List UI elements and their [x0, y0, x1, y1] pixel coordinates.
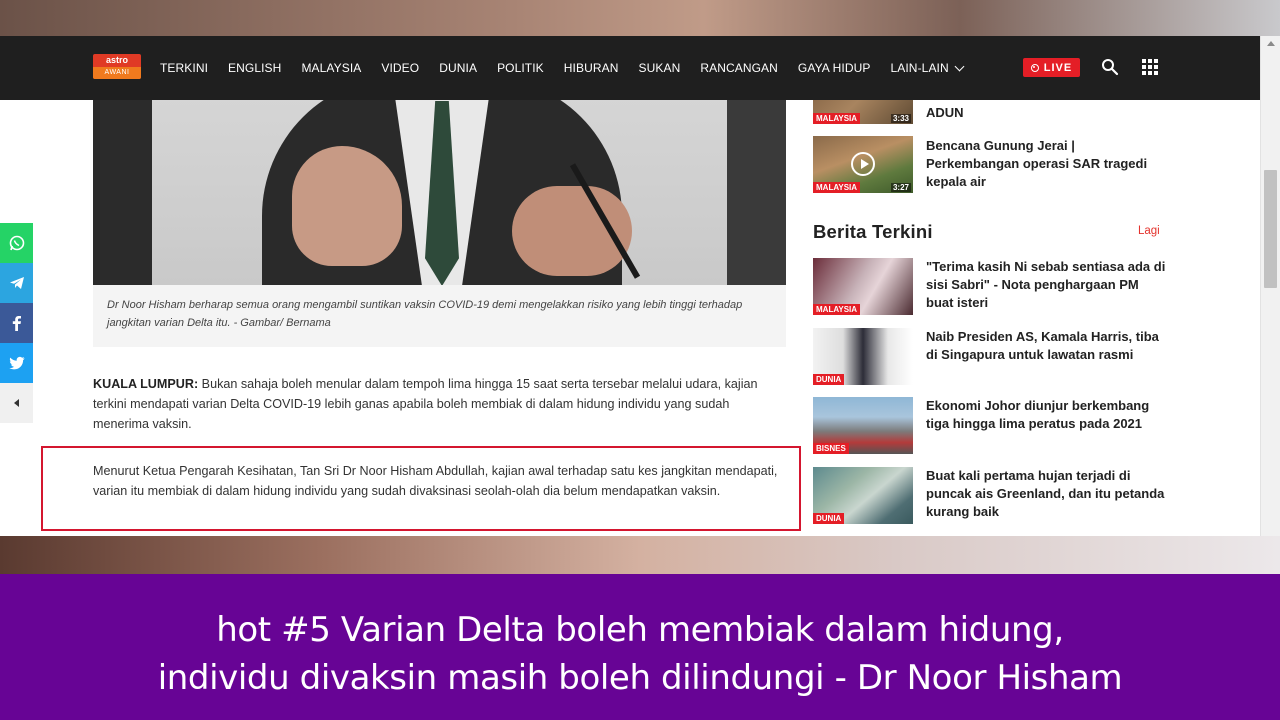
nav-item-gaya-hidup[interactable]: GAYA HIDUP — [798, 61, 871, 75]
sidebar-video-item[interactable]: MALAYSIA 3:27 Bencana Gunung Jerai | Per… — [813, 136, 1163, 193]
nav-item-english[interactable]: ENGLISH — [228, 61, 281, 75]
news-item[interactable]: DUNIA Buat kali pertama hujan terjadi di… — [813, 467, 1166, 524]
news-title[interactable]: Naib Presiden AS, Kamala Harris, tiba di… — [926, 328, 1166, 364]
video-duration: 3:33 — [890, 114, 911, 123]
news-title[interactable]: Buat kali pertama hujan terjadi di punca… — [926, 467, 1166, 521]
background-bottom-strip — [0, 536, 1280, 574]
photo-hand-left — [292, 146, 402, 266]
social-share-bar — [0, 223, 33, 423]
article-dateline: KUALA LUMPUR: — [93, 377, 199, 391]
scroll-up-arrow-icon[interactable] — [1267, 41, 1275, 46]
chevron-down-icon — [954, 61, 965, 71]
nav-item-dunia[interactable]: DUNIA — [439, 61, 477, 75]
news-thumbnail[interactable]: BISNES — [813, 397, 913, 454]
page-scrollbar[interactable] — [1260, 36, 1280, 536]
news-title[interactable]: Ekonomi Johor diunjur berkembang tiga hi… — [926, 397, 1166, 433]
nav-item-terkini[interactable]: TERKINI — [160, 61, 208, 75]
collapse-share-button[interactable] — [0, 383, 33, 423]
category-tag: MALAYSIA — [813, 113, 861, 124]
news-thumbnail[interactable]: DUNIA — [813, 467, 913, 524]
nav-item-video[interactable]: VIDEO — [381, 61, 419, 75]
telegram-share-button[interactable] — [0, 263, 33, 303]
video-title[interactable]: Bencana Gunung Jerai | Perkembangan oper… — [926, 137, 1166, 191]
video-thumbnail[interactable]: MALAYSIA 3:27 — [813, 136, 913, 193]
nav-menu: TERKINI ENGLISH MALAYSIA VIDEO DUNIA POL… — [160, 36, 983, 100]
top-navigation: astro AWANI TERKINI ENGLISH MALAYSIA VID… — [0, 36, 1260, 100]
category-tag: BISNES — [813, 443, 849, 454]
category-tag: DUNIA — [813, 513, 845, 524]
category-tag: DUNIA — [813, 374, 845, 385]
facebook-icon — [12, 316, 21, 331]
live-button[interactable]: LIVE — [1023, 58, 1080, 77]
astro-awani-logo[interactable]: astro AWANI — [93, 54, 141, 79]
news-thumbnail[interactable]: DUNIA — [813, 328, 913, 385]
more-news-link[interactable]: Lagi — [1138, 225, 1160, 237]
search-icon[interactable] — [1101, 58, 1119, 76]
live-label: LIVE — [1043, 61, 1073, 74]
nav-item-politik[interactable]: POLITIK — [497, 61, 544, 75]
banner-line-2: individu divaksin masih boleh dilindungi… — [157, 658, 1123, 698]
twitter-icon — [8, 356, 24, 370]
article-paragraph-2: Menurut Ketua Pengarah Kesihatan, Tan Sr… — [93, 464, 778, 498]
news-title[interactable]: "Terima kasih Ni sebab sentiasa ada di s… — [926, 258, 1166, 312]
category-tag: MALAYSIA — [813, 182, 861, 193]
category-tag: MALAYSIA — [813, 304, 861, 315]
nav-item-malaysia[interactable]: MALAYSIA — [301, 61, 361, 75]
nav-more-label: LAIN-LAIN — [890, 61, 949, 75]
caret-left-icon — [13, 399, 19, 407]
video-duration: 3:27 — [890, 183, 911, 192]
nav-item-lain-lain[interactable]: LAIN-LAIN — [890, 61, 965, 75]
nav-item-sukan[interactable]: SUKAN — [639, 61, 681, 75]
apps-grid-icon[interactable] — [1142, 59, 1158, 75]
logo-text-bottom: AWANI — [93, 67, 141, 79]
section-title-berita-terkini: Berita Terkini — [813, 221, 933, 242]
facebook-share-button[interactable] — [0, 303, 33, 343]
background-top-strip — [0, 0, 1280, 36]
scrollbar-thumb[interactable] — [1264, 170, 1277, 288]
nav-item-hiburan[interactable]: HIBURAN — [564, 61, 619, 75]
banner-line-1: hot #5 Varian Delta boleh membiak dalam … — [216, 610, 1064, 650]
whatsapp-icon — [9, 235, 24, 251]
photo-caption: Dr Noor Hisham berharap semua orang meng… — [93, 285, 786, 347]
play-icon — [851, 152, 875, 176]
news-item[interactable]: MALAYSIA "Terima kasih Ni sebab sentiasa… — [813, 258, 1166, 315]
whatsapp-share-button[interactable] — [0, 223, 33, 263]
nav-item-rancangan[interactable]: RANCANGAN — [700, 61, 778, 75]
caption-banner: hot #5 Varian Delta boleh membiak dalam … — [0, 574, 1280, 720]
news-item[interactable]: BISNES Ekonomi Johor diunjur berkembang … — [813, 397, 1163, 454]
video-title[interactable]: ADUN — [926, 104, 1166, 122]
news-item[interactable]: DUNIA Naib Presiden AS, Kamala Harris, t… — [813, 328, 1163, 385]
news-thumbnail[interactable]: MALAYSIA — [813, 258, 913, 315]
article-paragraph-1: KUALA LUMPUR: Bukan sahaja boleh menular… — [93, 374, 783, 434]
telegram-icon — [9, 277, 24, 289]
browser-page: astro AWANI TERKINI ENGLISH MALAYSIA VID… — [0, 36, 1280, 536]
logo-text-top: astro — [105, 55, 128, 65]
live-broadcast-icon — [1030, 63, 1039, 72]
twitter-share-button[interactable] — [0, 343, 33, 383]
